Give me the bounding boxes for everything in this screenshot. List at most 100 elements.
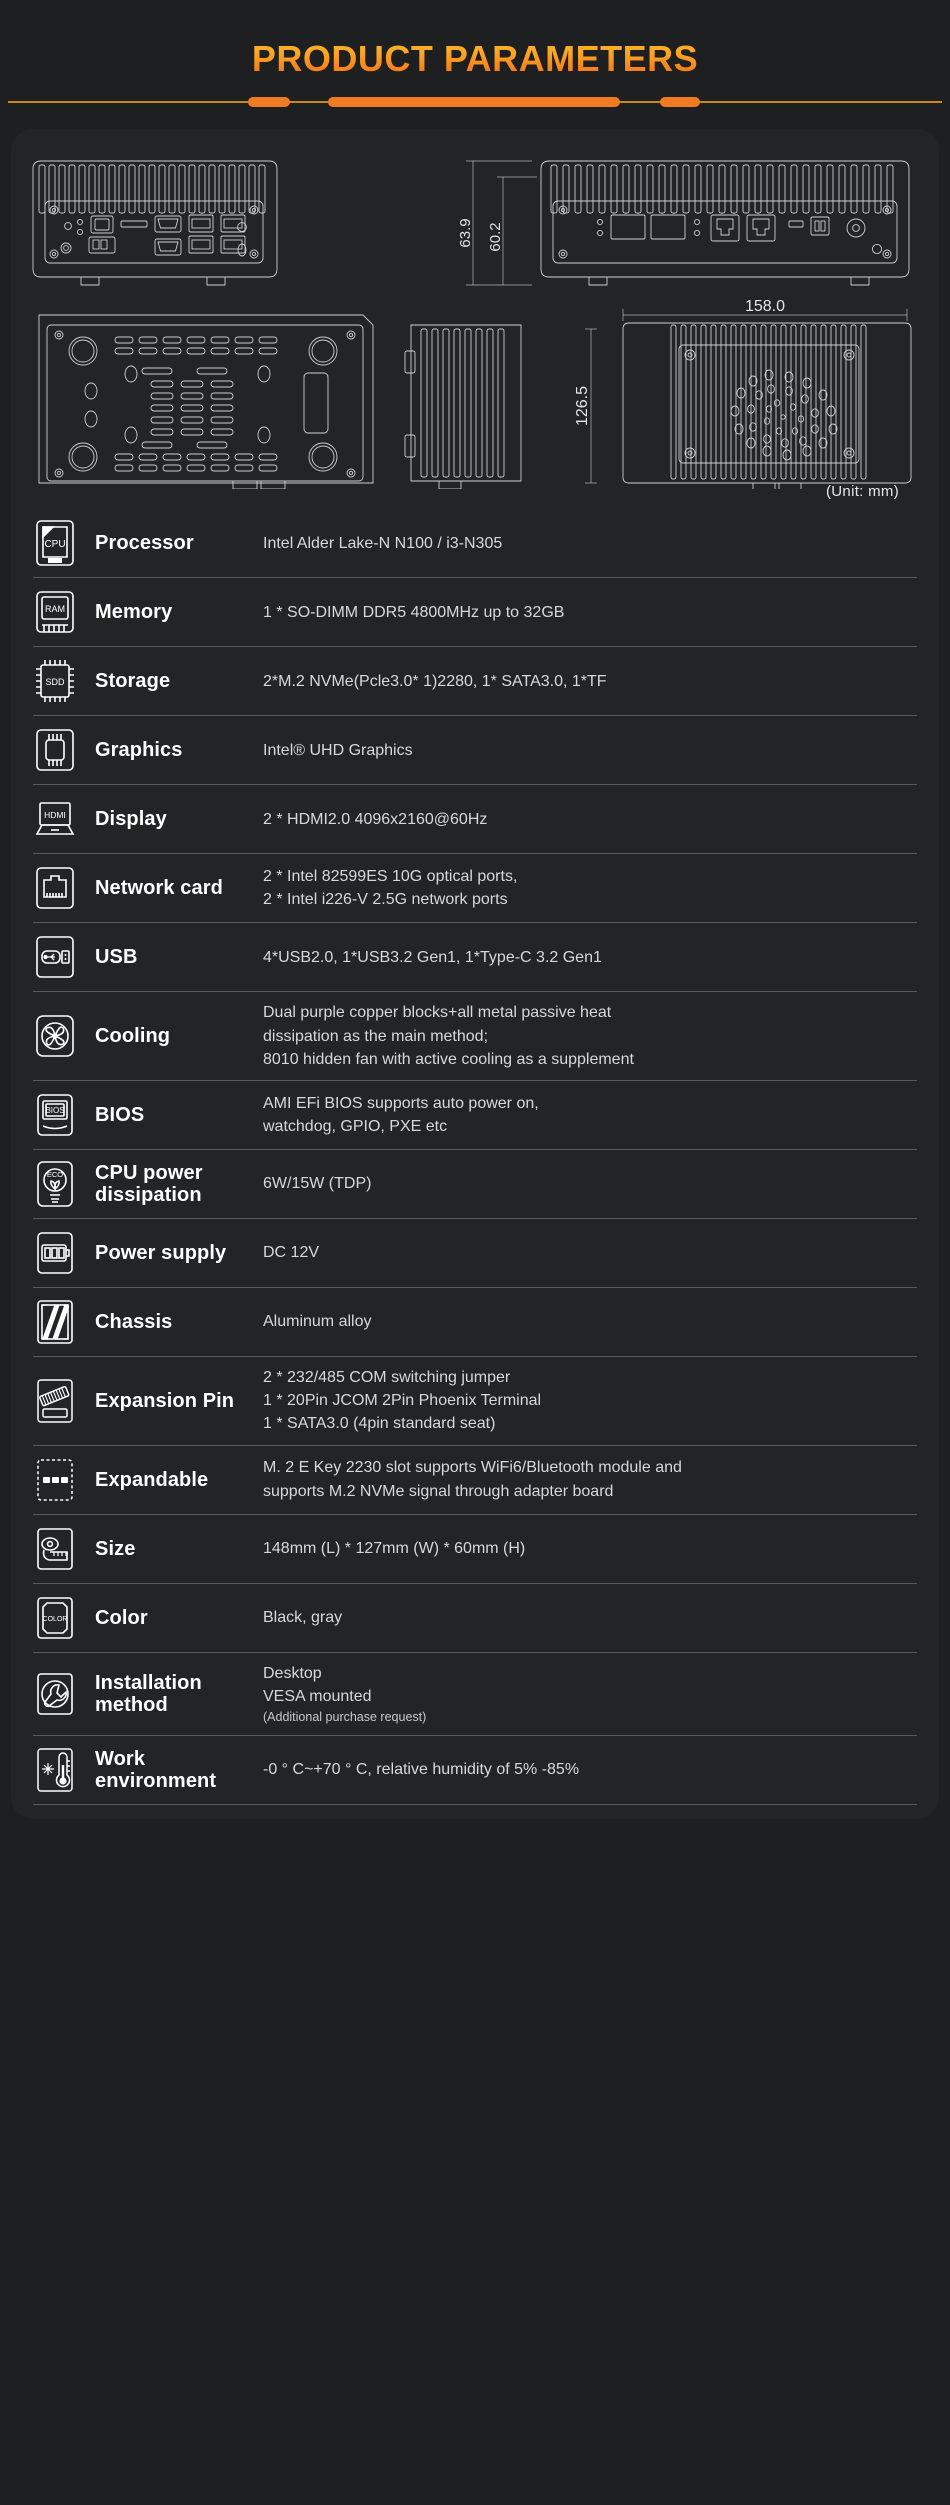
ssd-icon: SDD	[33, 656, 77, 706]
spec-label: Network card	[95, 877, 223, 900]
spec-label: Expandable	[95, 1468, 209, 1491]
rear-view	[466, 160, 910, 286]
eco-bulb-icon: ECO	[33, 1159, 77, 1209]
side-view	[404, 324, 522, 490]
cad-drawing-svg: 63.9 60.2 158.0 126.5	[32, 160, 912, 490]
spec-value-line: watchdog, GPIO, PXE etc	[263, 1117, 448, 1135]
spec-label: CPU power dissipation	[95, 1161, 203, 1206]
title-divider	[0, 97, 950, 108]
svg-text:CPU: CPU	[44, 539, 65, 550]
spec-row-power-supply: Power supply DC 12V	[33, 1219, 917, 1288]
spec-value: Desktop VESA mounted (Additional purchas…	[263, 1662, 917, 1727]
svg-text:SDD: SDD	[45, 677, 65, 687]
spec-value-note: (Additional purchase request)	[263, 1709, 427, 1724]
spec-value-line: 2 * HDMI2.0 4096x2160@60Hz	[263, 810, 488, 828]
ram-icon: RAM	[33, 587, 77, 637]
icon-cell	[33, 1011, 95, 1061]
spec-row-installation-method: Installation method Desktop VESA mounted…	[33, 1653, 917, 1737]
spec-value: 4*USB2.0, 1*USB3.2 Gen1, 1*Type-C 3.2 Ge…	[263, 946, 917, 969]
spec-label: USB	[95, 946, 138, 969]
icon-cell	[33, 1297, 95, 1347]
spec-label: Memory	[95, 601, 173, 624]
spec-value-line: 8010 hidden fan with active cooling as a…	[263, 1050, 634, 1068]
spec-value-line: supports M.2 NVMe signal through adapter…	[263, 1482, 614, 1500]
divider-segment-right	[660, 97, 700, 108]
spec-row-storage: SDD Storage 2*M.2 NVMe(Pcle3.0* 1)2280, …	[33, 647, 917, 717]
spec-label: Graphics	[95, 739, 183, 762]
spec-row-expandable: Expandable M. 2 E Key 2230 slot supports…	[33, 1446, 917, 1515]
icon-cell	[33, 725, 95, 775]
dim-158-0: 158.0	[745, 298, 785, 315]
spec-row-display: HDMI Display 2 * HDMI2.0 4096x2160@60Hz	[33, 785, 917, 855]
thermometer-icon	[33, 1745, 77, 1795]
spec-row-cpu-power-dissipation: ECO CPU power dissipation 6W/15W (TDP)	[33, 1150, 917, 1219]
spec-value: 2 * 232/485 COM switching jumper 1 * 20P…	[263, 1366, 917, 1436]
spec-label: Processor	[95, 532, 194, 555]
spec-value: Black, gray	[263, 1606, 917, 1629]
icon-cell	[33, 1228, 95, 1278]
icon-cell: SDD	[33, 656, 95, 706]
spec-value: 2 * Intel 82599ES 10G optical ports, 2 *…	[263, 865, 917, 911]
icon-cell: BIOS	[33, 1090, 95, 1140]
icon-cell	[33, 932, 95, 982]
icon-cell	[33, 1376, 95, 1426]
spec-value: 6W/15W (TDP)	[263, 1172, 917, 1195]
gpu-chip-icon	[33, 725, 77, 775]
icon-cell: ECO	[33, 1159, 95, 1209]
spec-value-line: 1 * 20Pin JCOM 2Pin Phoenix Terminal	[263, 1392, 542, 1410]
spec-value: DC 12V	[263, 1241, 917, 1264]
spec-label: Cooling	[95, 1025, 171, 1048]
spec-list: CPU Processor Intel Alder Lake-N N100 / …	[11, 499, 939, 1806]
front-view	[32, 160, 278, 286]
spec-value: -0 ° C~+70 ° C, relative humidity of 5% …	[263, 1758, 917, 1781]
spec-value-line: 1 * SO-DIMM DDR5 4800MHz up to 32GB	[263, 603, 565, 621]
spec-row-processor: CPU Processor Intel Alder Lake-N N100 / …	[33, 509, 917, 579]
spec-value-line: M. 2 E Key 2230 slot supports WiFi6/Blue…	[263, 1459, 682, 1477]
spec-value-line: 2 * Intel 82599ES 10G optical ports,	[263, 868, 518, 886]
spec-value-line: -0 ° C~+70 ° C, relative humidity of 5% …	[263, 1761, 580, 1779]
top-view	[585, 309, 912, 490]
spec-row-size: Size 148mm (L) * 127mm (W) * 60mm (H)	[33, 1515, 917, 1584]
spec-value-line: dissipation as the main method;	[263, 1027, 489, 1045]
page-header: PRODUCT PARAMETERS	[0, 0, 950, 108]
spec-value-line: 1 * SATA3.0 (4pin standard seat)	[263, 1415, 496, 1433]
expansion-pin-icon	[33, 1376, 77, 1426]
spec-label: Power supply	[95, 1241, 227, 1264]
spec-row-usb: USB 4*USB2.0, 1*USB3.2 Gen1, 1*Type-C 3.…	[33, 923, 917, 993]
spec-value: Aluminum alloy	[263, 1310, 917, 1333]
spec-row-work-environment: Work environment -0 ° C~+70 ° C, relativ…	[33, 1736, 917, 1806]
svg-text:BIOS: BIOS	[45, 1106, 64, 1115]
dim-60-2: 60.2	[487, 223, 504, 252]
icon-cell	[33, 1524, 95, 1574]
spec-value-line: AMI EFi BIOS supports auto power on,	[263, 1094, 539, 1112]
divider-segment-left	[248, 97, 290, 108]
icon-cell: RAM	[33, 587, 95, 637]
icon-cell	[33, 1669, 95, 1719]
spec-label: BIOS	[95, 1103, 145, 1126]
icon-cell: CPU	[33, 518, 95, 568]
fan-icon	[33, 1011, 77, 1061]
spec-label: Display	[95, 808, 167, 831]
spec-label: Color	[95, 1606, 148, 1629]
spec-label: Work environment	[95, 1748, 217, 1793]
spec-value: 2*M.2 NVMe(Pcle3.0* 1)2280, 1* SATA3.0, …	[263, 670, 917, 693]
spec-row-bios: BIOS BIOS AMI EFi BIOS supports auto pow…	[33, 1081, 917, 1150]
bottom-view	[38, 314, 374, 490]
cpu-icon: CPU	[33, 518, 77, 568]
spec-value-line: DC 12V	[263, 1244, 320, 1262]
battery-icon	[33, 1228, 77, 1278]
spec-value-line: Aluminum alloy	[263, 1313, 372, 1331]
spec-row-graphics: Graphics Intel® UHD Graphics	[33, 716, 917, 786]
spec-value-line: Dual purple copper blocks+all metal pass…	[263, 1004, 612, 1022]
ethernet-port-icon	[33, 863, 77, 913]
spec-row-color: COLOR Color Black, gray	[33, 1584, 917, 1653]
spec-value-line: 148mm (L) * 127mm (W) * 60mm (H)	[263, 1539, 526, 1557]
spec-label: Expansion Pin	[95, 1389, 235, 1412]
spec-value: Dual purple copper blocks+all metal pass…	[263, 1001, 917, 1071]
spec-value: Intel® UHD Graphics	[263, 739, 917, 762]
usb-icon	[33, 932, 77, 982]
icon-cell	[33, 863, 95, 913]
color-swatch-icon: COLOR	[33, 1593, 77, 1643]
spec-value: 2 * HDMI2.0 4096x2160@60Hz	[263, 808, 917, 831]
spec-label: Installation method	[95, 1671, 202, 1716]
